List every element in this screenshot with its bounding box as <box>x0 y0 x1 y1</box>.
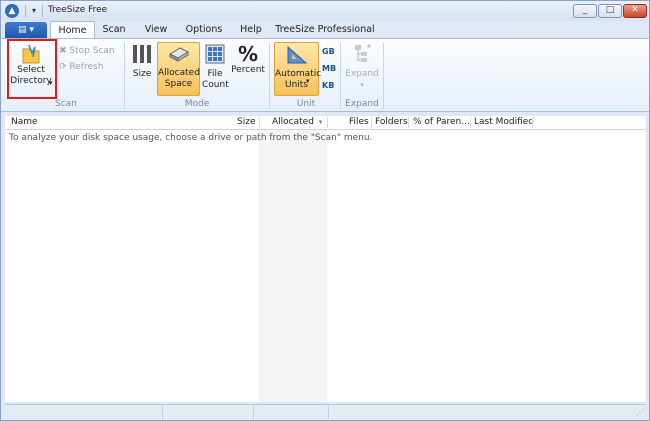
quick-access-dropdown-icon[interactable]: ▾ <box>29 4 39 18</box>
allocated-space-mode-button[interactable]: Allocated Space <box>157 42 200 96</box>
stop-scan-label: Stop Scan <box>69 46 115 56</box>
column-separator[interactable] <box>371 117 372 128</box>
ruler-triangle-icon <box>275 45 318 69</box>
window-title: TreeSize Free <box>48 5 108 15</box>
tab-treesize-professional[interactable]: TreeSize Professional <box>275 21 375 39</box>
column-header-size[interactable]: Size <box>237 117 255 127</box>
ribbon: Select Directory ▾ ✖ Stop Scan ⟳ Refresh… <box>1 38 649 112</box>
status-bar: ⋰ <box>5 404 646 418</box>
percent-label: Percent <box>231 65 265 75</box>
sort-descending-icon: ▾ <box>318 118 323 126</box>
status-cell <box>254 405 329 418</box>
allocated-space-label: Allocated Space <box>158 68 200 89</box>
status-cell <box>5 405 163 418</box>
status-cell <box>163 405 254 418</box>
percent-icon: % <box>237 42 259 66</box>
quick-access-separator <box>42 5 43 17</box>
chevron-down-icon: ▾ <box>360 81 364 89</box>
column-header-name[interactable]: Name <box>11 117 38 127</box>
app-window: ▲ ▾ TreeSize Free _ □ ✕ ▤ ▾ Home Scan Vi… <box>0 0 650 421</box>
chevron-down-icon: ▾ <box>306 77 310 85</box>
column-header-row: Name Size Allocated ▾ Files Folders % of… <box>5 116 646 130</box>
expand-label: Expand <box>345 69 379 79</box>
column-separator[interactable] <box>259 117 260 128</box>
gb-unit-button[interactable]: GB <box>322 47 335 56</box>
tab-home[interactable]: Home <box>50 21 95 39</box>
mode-group-label: Mode <box>184 99 210 109</box>
application-menu-button[interactable]: ▤ ▾ <box>5 22 47 38</box>
tree-view[interactable]: To analyze your disk space usage, choose… <box>5 130 646 402</box>
minimize-button[interactable]: _ <box>573 4 597 18</box>
close-button[interactable]: ✕ <box>623 4 647 18</box>
file-count-label: File Count <box>202 69 229 90</box>
chevron-down-icon: ▾ <box>29 25 34 35</box>
column-separator[interactable] <box>470 117 471 128</box>
disk-icon <box>158 44 199 68</box>
stop-scan-button[interactable]: ✖ Stop Scan <box>59 45 115 57</box>
group-separator <box>124 43 125 109</box>
tab-view[interactable]: View <box>139 21 173 39</box>
group-separator <box>340 43 341 109</box>
expand-button[interactable]: Expand ▾ <box>344 43 380 91</box>
group-separator <box>383 43 384 109</box>
scan-group-label: Scan <box>55 99 77 109</box>
column-header-allocated[interactable]: Allocated ▾ <box>272 117 322 127</box>
file-count-mode-button[interactable]: File Count <box>202 43 229 91</box>
refresh-label: Refresh <box>69 62 104 72</box>
group-separator <box>269 43 270 109</box>
expand-group-label: Expand <box>345 99 379 109</box>
tab-help[interactable]: Help <box>233 21 269 39</box>
menu-icon: ▤ <box>18 25 27 35</box>
resize-grip-icon[interactable]: ⋰ <box>636 408 644 417</box>
app-icon[interactable]: ▲ <box>5 4 19 18</box>
column-separator[interactable] <box>408 117 409 128</box>
size-mode-button[interactable]: Size <box>131 43 153 80</box>
unit-group-label: Unit <box>296 99 316 109</box>
size-label: Size <box>132 69 152 79</box>
mb-unit-button[interactable]: MB <box>322 64 336 73</box>
stop-icon: ✖ <box>59 46 67 56</box>
grid-icon <box>202 43 228 69</box>
ribbon-tabs: ▤ ▾ Home Scan View Options Help TreeSize… <box>1 21 649 39</box>
refresh-icon: ⟳ <box>59 62 67 72</box>
allocated-header-label: Allocated <box>272 117 314 127</box>
column-header-files[interactable]: Files <box>349 117 369 127</box>
bars-icon <box>131 43 153 69</box>
column-header-folders[interactable]: Folders <box>375 117 408 127</box>
maximize-button[interactable]: □ <box>598 4 622 18</box>
allocated-column-highlight <box>259 130 327 402</box>
kb-unit-button[interactable]: KB <box>322 81 334 90</box>
column-header-percent-parent[interactable]: % of Paren... <box>413 117 470 127</box>
tab-options[interactable]: Options <box>180 21 228 39</box>
column-separator[interactable] <box>327 117 328 128</box>
percent-mode-button[interactable]: % Percent <box>231 43 265 76</box>
column-header-last-modified[interactable]: Last Modified <box>474 117 534 127</box>
column-separator[interactable] <box>532 117 533 128</box>
tab-scan[interactable]: Scan <box>97 21 131 39</box>
refresh-button[interactable]: ⟳ Refresh <box>59 61 103 73</box>
empty-state-hint: To analyze your disk space usage, choose… <box>9 133 373 143</box>
quick-access-separator <box>25 5 26 17</box>
automatic-units-button[interactable]: Automatic Units ▾ <box>274 42 322 96</box>
automatic-units-label: Automatic Units <box>275 69 322 90</box>
selection-highlight <box>7 39 57 99</box>
tree-expand-icon <box>344 43 380 69</box>
title-bar: ▲ ▾ TreeSize Free _ □ ✕ <box>1 1 649 21</box>
